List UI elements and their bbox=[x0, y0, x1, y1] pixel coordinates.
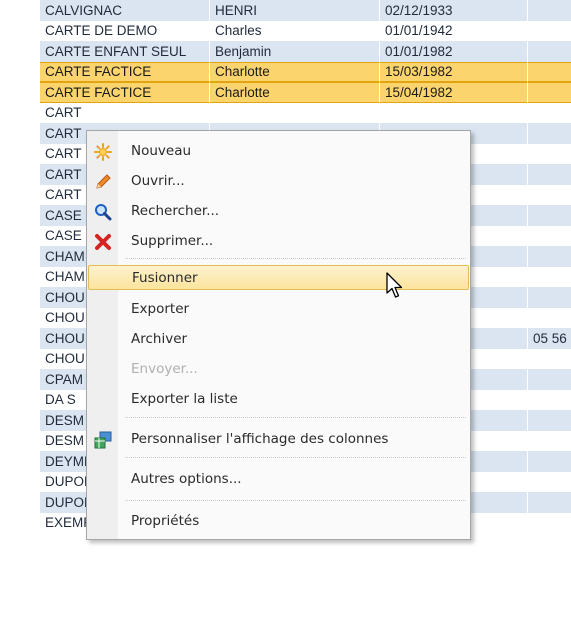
table-row[interactable]: CARTE ENFANT SEUL Benjamin 01/01/1982 bbox=[0, 41, 571, 62]
phone-cell bbox=[528, 102, 571, 123]
menu-item-label: Propriétés bbox=[131, 513, 200, 529]
phone-cell bbox=[528, 205, 571, 226]
menu-item-label: Rechercher... bbox=[131, 203, 220, 219]
menu-item-label: Ouvrir... bbox=[131, 173, 185, 189]
phone-cell bbox=[528, 0, 571, 21]
phone-cell bbox=[528, 82, 571, 103]
red-x-icon bbox=[94, 233, 112, 251]
phone-cell bbox=[528, 20, 571, 41]
birthdate-cell: 15/04/1982 bbox=[380, 82, 528, 103]
menu-item-autres-options[interactable]: Autres options... bbox=[88, 467, 469, 492]
phone-cell bbox=[528, 246, 571, 267]
table-row[interactable]: CART bbox=[0, 102, 571, 123]
menu-item-label: Exporter bbox=[131, 301, 190, 317]
menu-item-label: Nouveau bbox=[131, 143, 192, 159]
magnifier-icon bbox=[94, 203, 112, 221]
menu-item-label: Archiver bbox=[131, 331, 188, 347]
menu-item-exporter[interactable]: Exporter bbox=[88, 297, 469, 322]
phone-cell bbox=[528, 225, 571, 246]
menu-item-label: Supprimer... bbox=[131, 233, 214, 249]
table-row[interactable]: CARTE FACTICE Charlotte 15/04/1982 bbox=[0, 82, 571, 103]
menu-item-exporter-la-liste[interactable]: Exporter la liste bbox=[88, 387, 469, 412]
table-row[interactable]: CARTE FACTICE Charlotte 15/03/1982 bbox=[0, 61, 571, 82]
firstname-cell: Charles bbox=[210, 20, 380, 41]
menu-separator bbox=[125, 500, 466, 501]
menu-item-label: Exporter la liste bbox=[131, 391, 238, 407]
menu-item-label: Autres options... bbox=[131, 471, 242, 487]
lastname-cell: CART bbox=[40, 102, 210, 123]
phone-cell bbox=[528, 123, 571, 144]
firstname-cell: Charlotte bbox=[210, 82, 380, 103]
birthdate-cell: 15/03/1982 bbox=[380, 61, 528, 82]
phone-cell bbox=[528, 451, 571, 472]
firstname-cell: Benjamin bbox=[210, 41, 380, 62]
menu-item-nouveau[interactable]: Nouveau bbox=[88, 139, 469, 164]
table-row[interactable]: CARTE DE DEMO Charles 01/01/1942 bbox=[0, 20, 571, 41]
firstname-cell bbox=[210, 102, 380, 123]
columns-icon bbox=[94, 431, 112, 449]
birthdate-cell: 01/01/1942 bbox=[380, 20, 528, 41]
phone-cell bbox=[528, 389, 571, 410]
birthdate-cell bbox=[380, 102, 528, 123]
firstname-cell: HENRI bbox=[210, 0, 380, 21]
phone-cell bbox=[528, 61, 571, 82]
menu-item-label: Envoyer... bbox=[131, 361, 198, 377]
menu-item-ouvrir[interactable]: Ouvrir... bbox=[88, 169, 469, 194]
lastname-cell: CARTE FACTICE bbox=[40, 61, 210, 82]
mouse-pointer-icon bbox=[386, 272, 403, 298]
menu-item-fusionner[interactable]: Fusionner bbox=[88, 265, 469, 290]
menu-item-label: Fusionner bbox=[132, 270, 198, 286]
phone-cell bbox=[528, 471, 571, 492]
menu-item-proprietes[interactable]: Propriétés bbox=[88, 509, 469, 534]
phone-cell bbox=[528, 512, 571, 533]
lastname-cell: CARTE FACTICE bbox=[40, 82, 210, 103]
phone-cell bbox=[528, 430, 571, 451]
table-row[interactable]: CALVIGNAC HENRI 02/12/1933 bbox=[0, 0, 571, 21]
menu-item-personnaliser-l-affichage-des-colonnes[interactable]: Personnaliser l'affichage des colonnes bbox=[88, 427, 469, 452]
menu-item-envoyer: Envoyer... bbox=[88, 357, 469, 382]
phone-cell bbox=[528, 287, 571, 308]
context-menu: Nouveau Ouvrir... Rechercher... Supprimer..… bbox=[86, 130, 471, 540]
phone-cell bbox=[528, 184, 571, 205]
menu-item-supprimer[interactable]: Supprimer... bbox=[88, 229, 469, 254]
menu-item-rechercher[interactable]: Rechercher... bbox=[88, 199, 469, 224]
phone-cell: 05 56 bbox=[528, 328, 571, 349]
menu-item-label: Personnaliser l'affichage des colonnes bbox=[131, 431, 389, 447]
menu-separator bbox=[125, 457, 466, 458]
firstname-cell: Charlotte bbox=[210, 61, 380, 82]
phone-cell bbox=[528, 266, 571, 287]
menu-separator bbox=[125, 258, 466, 259]
birthdate-cell: 01/01/1982 bbox=[380, 41, 528, 62]
phone-cell bbox=[528, 492, 571, 513]
phone-cell bbox=[528, 348, 571, 369]
phone-cell bbox=[528, 410, 571, 431]
phone-cell bbox=[528, 369, 571, 390]
lastname-cell: CARTE ENFANT SEUL bbox=[40, 41, 210, 62]
menu-separator bbox=[125, 417, 466, 418]
menu-item-archiver[interactable]: Archiver bbox=[88, 327, 469, 352]
pencil-icon bbox=[94, 173, 112, 191]
phone-cell bbox=[528, 143, 571, 164]
phone-cell bbox=[528, 307, 571, 328]
lastname-cell: CARTE DE DEMO bbox=[40, 20, 210, 41]
birthdate-cell: 02/12/1933 bbox=[380, 0, 528, 21]
phone-cell bbox=[528, 41, 571, 62]
lastname-cell: CALVIGNAC bbox=[40, 0, 210, 21]
sun-new-icon bbox=[94, 143, 112, 161]
phone-cell bbox=[528, 164, 571, 185]
